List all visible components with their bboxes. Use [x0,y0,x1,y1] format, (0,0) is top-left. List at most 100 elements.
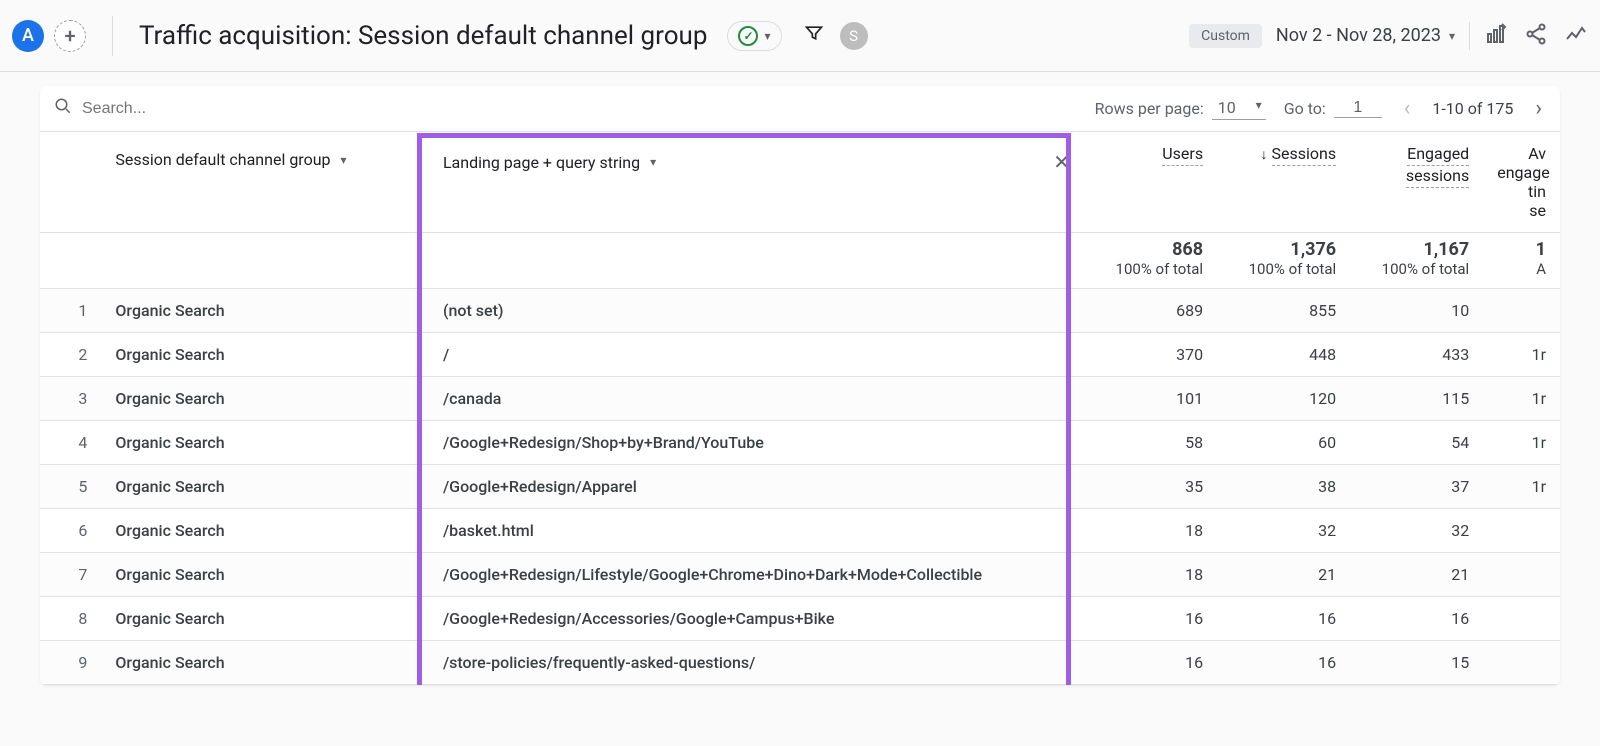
secondary-dimension-label: Landing page + query string [443,153,640,172]
table-row[interactable]: 5Organic Search/Google+Redesign/Apparel3… [40,465,1560,509]
search-input[interactable] [82,100,1085,118]
table-row[interactable]: 8Organic Search/Google+Redesign/Accessor… [40,597,1560,641]
landing-page-cell: /Google+Redesign/Accessories/Google+Camp… [429,597,1084,641]
table-row[interactable]: 7Organic Search/Google+Redesign/Lifestyl… [40,553,1560,597]
avg-cell [1483,641,1560,685]
engaged-cell: 10 [1350,289,1483,333]
landing-page-cell: /canada [429,377,1084,421]
channel-group-cell: Organic Search [101,421,429,465]
users-cell: 101 [1084,377,1217,421]
avg-total: 1A [1483,233,1560,289]
avg-cell: 1r [1483,465,1560,509]
avg-cell: 1r [1483,333,1560,377]
row-number: 9 [40,641,101,685]
sessions-column-header[interactable]: ↓Sessions [1217,132,1350,233]
row-number-header [40,132,101,233]
users-cell: 58 [1084,421,1217,465]
row-number: 1 [40,289,101,333]
totals-spacer [40,233,1084,289]
users-cell: 35 [1084,465,1217,509]
users-total: 868100% of total [1084,233,1217,289]
goto-input[interactable] [1334,99,1382,118]
landing-page-cell: /Google+Redesign/Apparel [429,465,1084,509]
engaged-cell: 433 [1350,333,1483,377]
row-number: 8 [40,597,101,641]
segment-badge[interactable]: S [840,22,868,50]
users-cell: 18 [1084,553,1217,597]
row-number: 4 [40,421,101,465]
users-column-header[interactable]: Users [1084,132,1217,233]
channel-group-cell: Organic Search [101,377,429,421]
landing-page-cell: / [429,333,1084,377]
rows-per-page-select[interactable]: 10 [1212,96,1266,120]
report-card: Rows per page: 10 Go to: ‹ 1-10 of 175 › [40,86,1560,685]
sessions-cell: 16 [1217,641,1350,685]
engaged-cell: 15 [1350,641,1483,685]
sort-descending-icon: ↓ [1261,147,1268,163]
date-range-selector[interactable]: Nov 2 - Nov 28, 2023 ▾ [1276,25,1455,46]
users-cell: 16 [1084,641,1217,685]
channel-group-cell: Organic Search [101,641,429,685]
top-toolbar: A + Traffic acquisition: Session default… [0,0,1600,72]
row-number: 7 [40,553,101,597]
engaged-cell: 32 [1350,509,1483,553]
remove-dimension-button[interactable]: ✕ [1053,150,1070,174]
chevron-down-icon: ▾ [341,153,347,167]
share-icon[interactable] [1524,22,1548,50]
next-page-button[interactable]: › [1531,96,1546,121]
edit-chart-icon[interactable] [1484,22,1508,50]
users-cell: 16 [1084,597,1217,641]
table-row[interactable]: 9Organic Search/store-policies/frequentl… [40,641,1560,685]
channel-group-cell: Organic Search [101,597,429,641]
filter-icon[interactable] [804,23,824,48]
engaged-sessions-column-header[interactable]: Engaged sessions [1350,132,1483,233]
users-cell: 689 [1084,289,1217,333]
channel-group-cell: Organic Search [101,333,429,377]
avg-cell: 1r [1483,421,1560,465]
avg-cell [1483,597,1560,641]
channel-group-cell: Organic Search [101,465,429,509]
table-row[interactable]: 3Organic Search/canada1011201151r [40,377,1560,421]
engaged-cell: 21 [1350,553,1483,597]
engaged-cell: 16 [1350,597,1483,641]
insights-icon[interactable] [1564,22,1588,50]
sessions-cell: 60 [1217,421,1350,465]
row-number: 2 [40,333,101,377]
table-row[interactable]: 6Organic Search/basket.html183232 [40,509,1560,553]
divider [112,16,113,56]
prev-page-button[interactable]: ‹ [1400,96,1415,121]
account-badge[interactable]: A [12,20,44,52]
table-row[interactable]: 1Organic Search(not set)68985510 [40,289,1560,333]
engaged-cell: 37 [1350,465,1483,509]
sessions-cell: 38 [1217,465,1350,509]
date-preset-label: Custom [1189,24,1262,48]
row-number: 5 [40,465,101,509]
users-cell: 18 [1084,509,1217,553]
date-range-text: Nov 2 - Nov 28, 2023 [1276,25,1441,46]
check-icon: ✓ [738,26,758,46]
table-row[interactable]: 2Organic Search/3704484331r [40,333,1560,377]
secondary-dimension-header[interactable]: Landing page + query string ▾ ✕ [429,132,1084,233]
landing-page-cell: /Google+Redesign/Shop+by+Brand/YouTube [429,421,1084,465]
sessions-cell: 120 [1217,377,1350,421]
search-icon [54,97,72,120]
landing-page-cell: (not set) [429,289,1084,333]
page-range: 1-10 of 175 [1432,99,1513,118]
avg-cell [1483,509,1560,553]
sessions-cell: 16 [1217,597,1350,641]
table-toolbar: Rows per page: 10 Go to: ‹ 1-10 of 175 › [40,86,1560,132]
add-button[interactable]: + [54,20,86,52]
chevron-down-icon: ▾ [650,155,656,169]
landing-page-cell: /basket.html [429,509,1084,553]
row-number: 6 [40,509,101,553]
primary-dimension-header[interactable]: Session default channel group ▾ [101,132,429,233]
avg-cell [1483,289,1560,333]
status-pill[interactable]: ✓ ▾ [727,21,781,51]
page-title: Traffic acquisition: Session default cha… [139,21,707,51]
avg-engagement-column-header[interactable]: Av engage tin se [1483,132,1560,233]
sessions-cell: 448 [1217,333,1350,377]
primary-dimension-label: Session default channel group [115,150,330,169]
rows-per-page-label: Rows per page: [1095,99,1204,118]
table-row[interactable]: 4Organic Search/Google+Redesign/Shop+by+… [40,421,1560,465]
users-cell: 370 [1084,333,1217,377]
